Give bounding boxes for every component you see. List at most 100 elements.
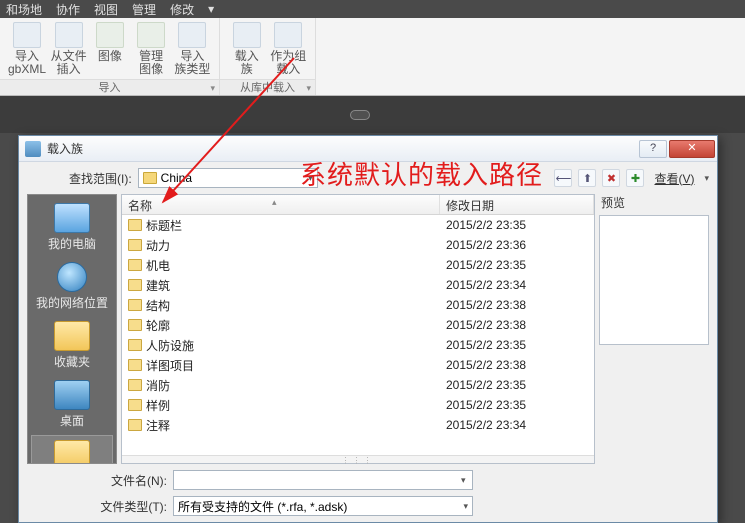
file-date: 2015/2/2 23:36 — [440, 238, 594, 252]
file-name: 结构 — [146, 297, 170, 314]
place-icon — [54, 203, 90, 233]
viewport-area — [0, 96, 745, 133]
place-label: 收藏夹 — [54, 353, 90, 370]
file-row[interactable]: 注释 2015/2/2 23:34 — [122, 415, 594, 435]
view-menu[interactable]: 查看(V) — [650, 170, 698, 187]
dialog-title: 载入族 — [47, 140, 639, 157]
file-list[interactable]: 名称 修改日期 标题栏 2015/2/2 23:35 动力 2015/2/2 23:3… — [121, 194, 595, 464]
import-gbxml-button[interactable]: 导入gbXML — [6, 20, 48, 79]
load-as-group-button[interactable]: 作为组载入 — [268, 20, 310, 79]
file-row[interactable]: 样例 2015/2/2 23:35 — [122, 395, 594, 415]
places-bar: 我的电脑我的网络位置收藏夹桌面Metric Li…Metric De… — [27, 194, 117, 464]
filetype-combo[interactable]: 所有受支持的文件 (*.rfa, *.adsk) ▾ — [173, 496, 473, 516]
file-name: 动力 — [146, 237, 170, 254]
file-name: 样例 — [146, 397, 170, 414]
preview-pane: 预览 — [599, 194, 709, 464]
folder-icon — [128, 359, 142, 371]
menu-item[interactable]: 协作 — [56, 1, 80, 18]
file-row[interactable]: 标题栏 2015/2/2 23:35 — [122, 215, 594, 235]
preview-label: 预览 — [601, 194, 709, 211]
load-family-button[interactable]: 载入族 — [226, 20, 268, 79]
menu-item[interactable]: 视图 — [94, 1, 118, 18]
insert-from-file-button[interactable]: 从文件插入 — [48, 20, 89, 79]
file-row[interactable]: 人防设施 2015/2/2 23:35 — [122, 335, 594, 355]
file-date: 2015/2/2 23:35 — [440, 258, 594, 272]
manage-images-button[interactable]: 管理图像 — [131, 20, 172, 79]
file-row[interactable]: 动力 2015/2/2 23:36 — [122, 235, 594, 255]
file-row[interactable]: 消防 2015/2/2 23:35 — [122, 375, 594, 395]
file-date: 2015/2/2 23:38 — [440, 298, 594, 312]
folder-icon — [128, 219, 142, 231]
folder-icon — [128, 299, 142, 311]
file-name: 建筑 — [146, 277, 170, 294]
help-button[interactable]: ? — [639, 140, 667, 158]
new-folder-button[interactable]: ✚ — [626, 169, 644, 187]
file-row[interactable]: 结构 2015/2/2 23:38 — [122, 295, 594, 315]
file-date: 2015/2/2 23:35 — [440, 398, 594, 412]
file-name: 机电 — [146, 257, 170, 274]
place-item[interactable]: 我的电脑 — [31, 199, 113, 256]
filename-input[interactable] — [173, 470, 473, 490]
file-name: 标题栏 — [146, 217, 182, 234]
place-icon — [54, 380, 90, 410]
ribbon: 导入gbXML 从文件插入 图像 管理图像 导入族类型 导入 载入族 作为组载入… — [0, 18, 745, 96]
filename-label: 文件名(N): — [71, 472, 167, 489]
file-row[interactable]: 机电 2015/2/2 23:35 — [122, 255, 594, 275]
place-item[interactable]: 我的网络位置 — [31, 258, 113, 315]
filetype-label: 文件类型(T): — [71, 498, 167, 515]
preview-box — [599, 215, 709, 345]
file-date: 2015/2/2 23:34 — [440, 418, 594, 432]
place-label: 我的电脑 — [48, 235, 96, 252]
place-icon — [57, 262, 87, 292]
place-label: 我的网络位置 — [36, 294, 108, 311]
file-date: 2015/2/2 23:34 — [440, 278, 594, 292]
file-date: 2015/2/2 23:35 — [440, 338, 594, 352]
close-button[interactable]: ✕ — [669, 140, 715, 158]
file-name: 人防设施 — [146, 337, 194, 354]
file-row[interactable]: 详图项目 2015/2/2 23:38 — [122, 355, 594, 375]
panel-handle-icon[interactable] — [350, 110, 370, 120]
nav-back-button[interactable]: ⟵ — [554, 169, 572, 187]
chevron-down-icon: ▾ — [308, 173, 313, 184]
file-list-header[interactable]: 名称 修改日期 — [122, 195, 594, 215]
menu-dropdown-icon[interactable]: ▾ — [208, 2, 214, 16]
menu-item[interactable]: 和场地 — [6, 1, 42, 18]
file-name: 注释 — [146, 417, 170, 434]
folder-icon — [128, 379, 142, 391]
chevron-down-icon[interactable]: ▾ — [461, 475, 466, 486]
filetype-value: 所有受支持的文件 (*.rfa, *.adsk) — [178, 498, 347, 515]
file-row[interactable]: 轮廓 2015/2/2 23:38 — [122, 315, 594, 335]
file-date: 2015/2/2 23:35 — [440, 218, 594, 232]
folder-icon — [128, 339, 142, 351]
folder-icon — [128, 419, 142, 431]
place-item[interactable]: 收藏夹 — [31, 317, 113, 374]
lookin-combo[interactable]: China ▾ — [138, 168, 318, 188]
ribbon-group-label: 从库中载入 — [220, 79, 315, 95]
folder-icon — [128, 279, 142, 291]
file-date: 2015/2/2 23:38 — [440, 318, 594, 332]
delete-button[interactable]: ✖ — [602, 169, 620, 187]
place-icon — [54, 321, 90, 351]
file-date: 2015/2/2 23:35 — [440, 378, 594, 392]
file-row[interactable]: 建筑 2015/2/2 23:34 — [122, 275, 594, 295]
file-name: 消防 — [146, 377, 170, 394]
file-name: 轮廓 — [146, 317, 170, 334]
menu-item[interactable]: 修改 — [170, 1, 194, 18]
place-item[interactable]: 桌面 — [31, 376, 113, 433]
import-family-types-button[interactable]: 导入族类型 — [172, 20, 213, 79]
file-name: 详图项目 — [146, 357, 194, 374]
file-date: 2015/2/2 23:38 — [440, 358, 594, 372]
column-date[interactable]: 修改日期 — [440, 195, 594, 214]
place-item[interactable]: Metric Li… — [31, 435, 113, 464]
menu-item[interactable]: 管理 — [132, 1, 156, 18]
folder-icon — [128, 319, 142, 331]
ribbon-group-load-from-library: 载入族 作为组载入 从库中载入 — [220, 18, 316, 95]
column-name[interactable]: 名称 — [122, 195, 440, 214]
folder-icon — [128, 259, 142, 271]
place-icon — [54, 440, 90, 464]
image-button[interactable]: 图像 — [89, 20, 130, 79]
load-family-dialog: 载入族 ? ✕ 查找范围(I): China ▾ ⟵ ⬆ ✖ ✚ 查看(V)▾ … — [18, 135, 718, 523]
resize-grip[interactable]: ⋮⋮⋮ — [122, 455, 594, 463]
dialog-titlebar: 载入族 ? ✕ — [19, 136, 717, 162]
nav-up-button[interactable]: ⬆ — [578, 169, 596, 187]
